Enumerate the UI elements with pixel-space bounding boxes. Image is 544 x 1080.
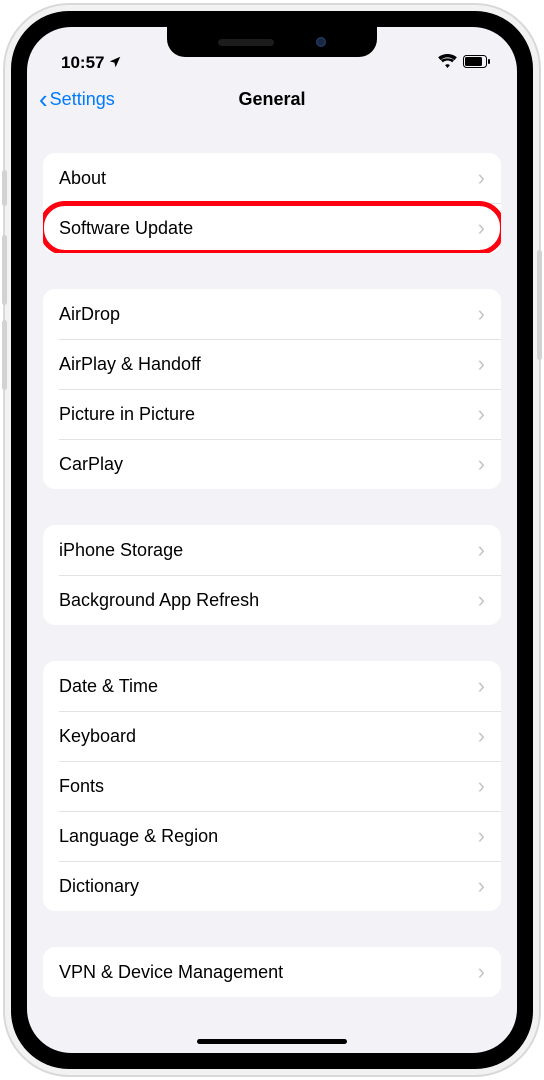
location-icon <box>108 55 122 72</box>
row-label: AirDrop <box>59 304 478 325</box>
back-label: Settings <box>50 89 115 110</box>
front-camera <box>316 37 326 47</box>
settings-group: AirDrop›AirPlay & Handoff›Picture in Pic… <box>43 289 501 489</box>
screen: 10:57 ‹ Settings <box>27 27 517 1053</box>
row-dictionary[interactable]: Dictionary› <box>43 861 501 911</box>
row-label: iPhone Storage <box>59 540 478 561</box>
row-picture-in-picture[interactable]: Picture in Picture› <box>43 389 501 439</box>
status-left: 10:57 <box>61 53 122 73</box>
chevron-right-icon: › <box>478 823 485 849</box>
home-indicator[interactable] <box>197 1039 347 1044</box>
status-time: 10:57 <box>61 53 104 73</box>
row-label: Dictionary <box>59 876 478 897</box>
chevron-right-icon: › <box>478 351 485 377</box>
row-background-app-refresh[interactable]: Background App Refresh› <box>43 575 501 625</box>
chevron-right-icon: › <box>478 401 485 427</box>
chevron-right-icon: › <box>478 537 485 563</box>
device-frame: 10:57 ‹ Settings <box>5 5 539 1075</box>
chevron-right-icon: › <box>478 773 485 799</box>
chevron-right-icon: › <box>478 673 485 699</box>
settings-group: About›Software Update› <box>43 153 501 253</box>
battery-icon <box>463 53 491 73</box>
row-label: Language & Region <box>59 826 478 847</box>
row-label: About <box>59 168 478 189</box>
chevron-right-icon: › <box>478 587 485 613</box>
row-iphone-storage[interactable]: iPhone Storage› <box>43 525 501 575</box>
nav-bar: ‹ Settings General <box>27 75 517 123</box>
row-fonts[interactable]: Fonts› <box>43 761 501 811</box>
wifi-icon <box>438 53 457 73</box>
power-button <box>537 250 542 360</box>
chevron-right-icon: › <box>478 215 485 241</box>
chevron-right-icon: › <box>478 723 485 749</box>
chevron-right-icon: › <box>478 959 485 985</box>
chevron-right-icon: › <box>478 301 485 327</box>
chevron-right-icon: › <box>478 165 485 191</box>
row-software-update[interactable]: Software Update› <box>43 203 501 253</box>
row-language-region[interactable]: Language & Region› <box>43 811 501 861</box>
row-airdrop[interactable]: AirDrop› <box>43 289 501 339</box>
speaker-grille <box>218 39 274 46</box>
row-carplay[interactable]: CarPlay› <box>43 439 501 489</box>
row-label: Date & Time <box>59 676 478 697</box>
volume-up <box>2 235 7 305</box>
page-title: General <box>238 89 305 110</box>
row-label: VPN & Device Management <box>59 962 478 983</box>
content-scroll[interactable]: About›Software Update›AirDrop›AirPlay & … <box>27 123 517 1053</box>
row-label: Keyboard <box>59 726 478 747</box>
chevron-left-icon: ‹ <box>39 86 48 112</box>
settings-group: iPhone Storage›Background App Refresh› <box>43 525 501 625</box>
row-airplay-handoff[interactable]: AirPlay & Handoff› <box>43 339 501 389</box>
volume-down <box>2 320 7 390</box>
row-keyboard[interactable]: Keyboard› <box>43 711 501 761</box>
row-label: Software Update <box>59 218 478 239</box>
row-label: CarPlay <box>59 454 478 475</box>
row-about[interactable]: About› <box>43 153 501 203</box>
row-label: Fonts <box>59 776 478 797</box>
row-label: Background App Refresh <box>59 590 478 611</box>
row-label: Picture in Picture <box>59 404 478 425</box>
row-date-time[interactable]: Date & Time› <box>43 661 501 711</box>
mute-switch <box>2 170 7 206</box>
chevron-right-icon: › <box>478 873 485 899</box>
settings-group: VPN & Device Management› <box>43 947 501 997</box>
status-right <box>438 53 491 73</box>
settings-group: Date & Time›Keyboard›Fonts›Language & Re… <box>43 661 501 911</box>
row-label: AirPlay & Handoff <box>59 354 478 375</box>
back-button[interactable]: ‹ Settings <box>39 86 115 112</box>
chevron-right-icon: › <box>478 451 485 477</box>
device-bezel: 10:57 ‹ Settings <box>11 11 533 1069</box>
notch <box>167 27 377 57</box>
row-vpn-device-management[interactable]: VPN & Device Management› <box>43 947 501 997</box>
